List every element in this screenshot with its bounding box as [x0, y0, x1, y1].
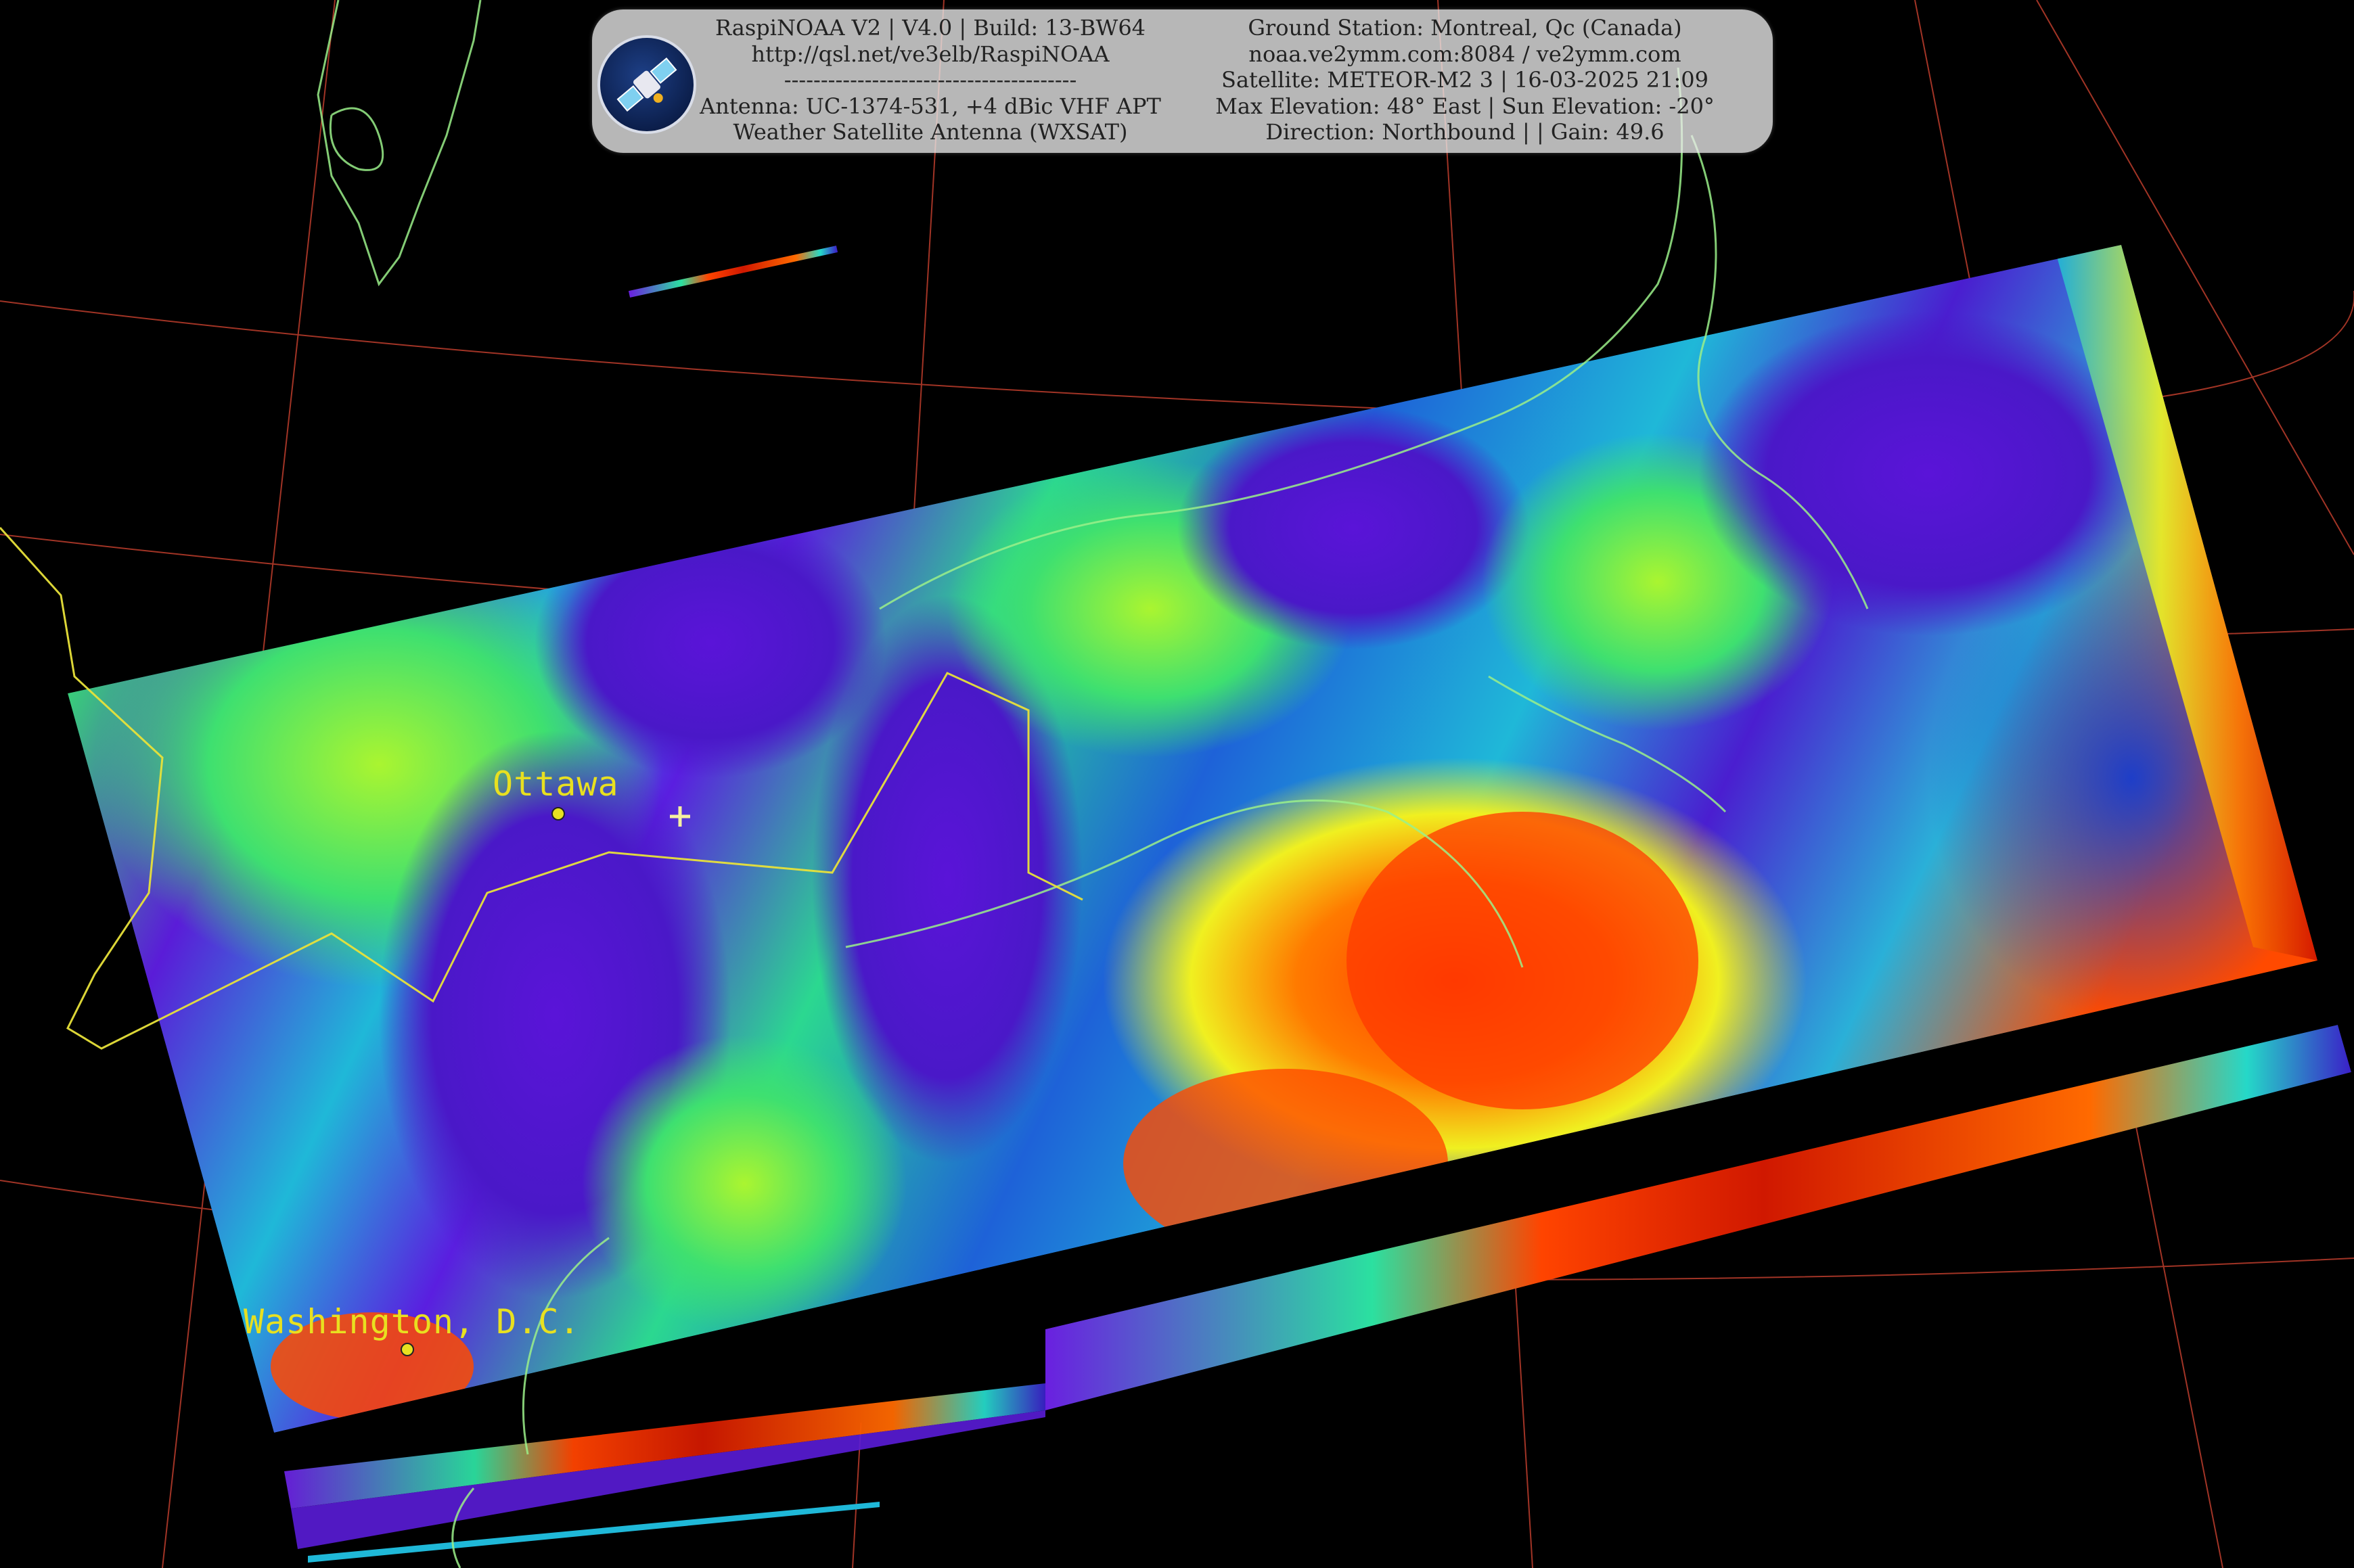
city-marker-ottawa — [551, 807, 565, 821]
satellite-info: Satellite: METEOR-M2 3 | 16-03-2025 21:0… — [1221, 67, 1708, 93]
elevation-info: Max Elevation: 48° East | Sun Elevation:… — [1215, 93, 1715, 119]
station-url: noaa.ve2ymm.com:8084 / ve2ymm.com — [1248, 41, 1681, 67]
antenna-type: Weather Satellite Antenna (WXSAT) — [733, 119, 1128, 145]
build-info: RaspiNOAA V2 | V4.0 | Build: 13-BW64 — [715, 15, 1146, 41]
satellite-fragment — [628, 246, 838, 298]
city-label-ottawa: Ottawa — [493, 764, 619, 804]
city-marker-washington — [401, 1343, 414, 1356]
ground-station: Ground Station: Montreal, Qc (Canada) — [1248, 15, 1682, 41]
project-url: http://qsl.net/ve3elb/RaspiNOAA — [751, 41, 1110, 67]
header-left-column: RaspiNOAA V2 | V4.0 | Build: 13-BW64 htt… — [697, 15, 1164, 145]
satellite-icon — [597, 35, 696, 134]
direction-gain: Direction: Northbound | | Gain: 49.6 — [1265, 119, 1665, 145]
antenna-info: Antenna: UC-1374-531, +4 dBic VHF APT — [700, 93, 1161, 119]
header-divider: ---------------------------------------- — [784, 67, 1077, 93]
header-right-column: Ground Station: Montreal, Qc (Canada) no… — [1181, 15, 1749, 145]
city-label-washington: Washington, D.C. — [244, 1302, 581, 1341]
